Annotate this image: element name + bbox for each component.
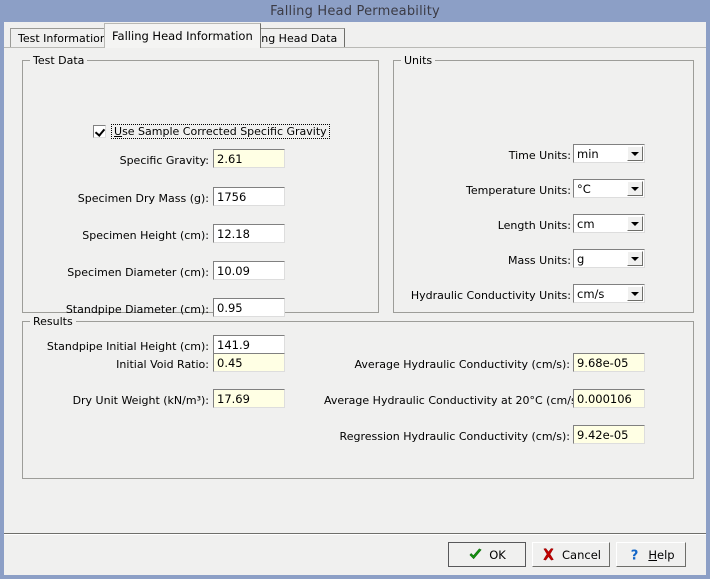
checkbox-accelerator: U: [114, 125, 122, 138]
input-initial-void-ratio[interactable]: [213, 353, 285, 372]
svg-text:?: ?: [631, 549, 639, 562]
combo-value: °C: [574, 182, 627, 196]
help-accelerator: H: [648, 548, 657, 562]
dialog-button-bar: OK Cancel ? Help: [4, 536, 706, 575]
label-hydraulic-conductivity-units: Hydraulic Conductivity Units:: [375, 289, 571, 302]
label-specific-gravity: Specific Gravity:: [24, 154, 209, 167]
checkbox-label-rest: se Sample Corrected Specific Gravity: [122, 125, 327, 138]
combo-value: cm: [574, 217, 627, 231]
tab-label: Falling Head Information: [112, 29, 253, 43]
label-specimen-dry-mass: Specimen Dry Mass (g):: [24, 192, 209, 205]
input-specimen-dry-mass[interactable]: [213, 187, 285, 206]
chevron-down-icon[interactable]: [627, 146, 643, 161]
input-specimen-diameter[interactable]: [213, 261, 285, 280]
input-regression-hydraulic-conductivity[interactable]: [573, 425, 645, 444]
combo-time-units[interactable]: min: [573, 144, 645, 163]
use-sample-corrected-specific-gravity-checkbox[interactable]: Use Sample Corrected Specific Gravity: [93, 124, 330, 139]
input-specific-gravity[interactable]: [213, 149, 285, 168]
input-average-hydraulic-conductivity-20c[interactable]: [573, 389, 645, 408]
group-caption-units: Units: [401, 54, 435, 67]
combo-mass-units[interactable]: g: [573, 249, 645, 268]
checkbox-indicator[interactable]: [93, 125, 106, 138]
tab-page-falling-head-information: Test Data Use Sample Corrected Specific …: [4, 47, 706, 534]
title-bar: Falling Head Permeability: [0, 0, 710, 22]
ok-button[interactable]: OK: [448, 542, 526, 567]
bottom-divider: [4, 533, 706, 535]
group-caption-results: Results: [30, 315, 76, 328]
label-mass-units: Mass Units:: [399, 254, 571, 267]
label-initial-void-ratio: Initial Void Ratio:: [24, 358, 209, 371]
help-button[interactable]: ? Help: [616, 542, 686, 567]
chevron-down-icon[interactable]: [627, 216, 643, 231]
chevron-down-icon[interactable]: [627, 251, 643, 266]
chevron-down-icon[interactable]: [627, 286, 643, 301]
window-title: Falling Head Permeability: [270, 4, 440, 19]
help-button-label: Help: [648, 548, 674, 562]
label-specimen-height: Specimen Height (cm):: [24, 229, 209, 242]
combo-value: cm/s: [574, 287, 627, 301]
question-icon: ?: [627, 547, 642, 562]
combo-value: min: [574, 147, 627, 161]
help-label-rest: elp: [657, 548, 675, 562]
x-icon: [541, 547, 556, 562]
tab-strip: Test Information Falling Head Informatio…: [4, 22, 706, 48]
label-average-hydraulic-conductivity-20c: Average Hydraulic Conductivity at 20°C (…: [324, 394, 570, 407]
label-temperature-units: Temperature Units:: [399, 184, 571, 197]
chevron-down-icon[interactable]: [627, 181, 643, 196]
label-length-units: Length Units:: [399, 219, 571, 232]
label-time-units: Time Units:: [399, 149, 571, 162]
input-average-hydraulic-conductivity[interactable]: [573, 353, 645, 372]
input-dry-unit-weight[interactable]: [213, 389, 285, 408]
input-specimen-height[interactable]: [213, 224, 285, 243]
combo-hydraulic-conductivity-units[interactable]: cm/s: [573, 284, 645, 303]
check-icon: [468, 547, 483, 562]
combo-value: g: [574, 252, 627, 266]
tab-test-information[interactable]: Test Information: [10, 28, 115, 48]
checkbox-label: Use Sample Corrected Specific Gravity: [111, 124, 330, 139]
ok-button-label: OK: [489, 548, 506, 562]
cancel-button-label: Cancel: [562, 548, 601, 562]
tab-falling-head-information[interactable]: Falling Head Information: [104, 23, 261, 48]
label-specimen-diameter: Specimen Diameter (cm):: [24, 266, 209, 279]
combo-length-units[interactable]: cm: [573, 214, 645, 233]
tab-label: Test Information: [18, 32, 107, 45]
cancel-button[interactable]: Cancel: [532, 542, 610, 567]
label-average-hydraulic-conductivity: Average Hydraulic Conductivity (cm/s):: [324, 358, 570, 371]
label-dry-unit-weight: Dry Unit Weight (kN/m³):: [24, 394, 209, 407]
combo-temperature-units[interactable]: °C: [573, 179, 645, 198]
input-standpipe-diameter[interactable]: [213, 298, 285, 317]
group-caption-test-data: Test Data: [30, 54, 87, 67]
dialog-window: Falling Head Permeability Test Informati…: [0, 0, 710, 579]
label-regression-hydraulic-conductivity: Regression Hydraulic Conductivity (cm/s)…: [324, 430, 570, 443]
